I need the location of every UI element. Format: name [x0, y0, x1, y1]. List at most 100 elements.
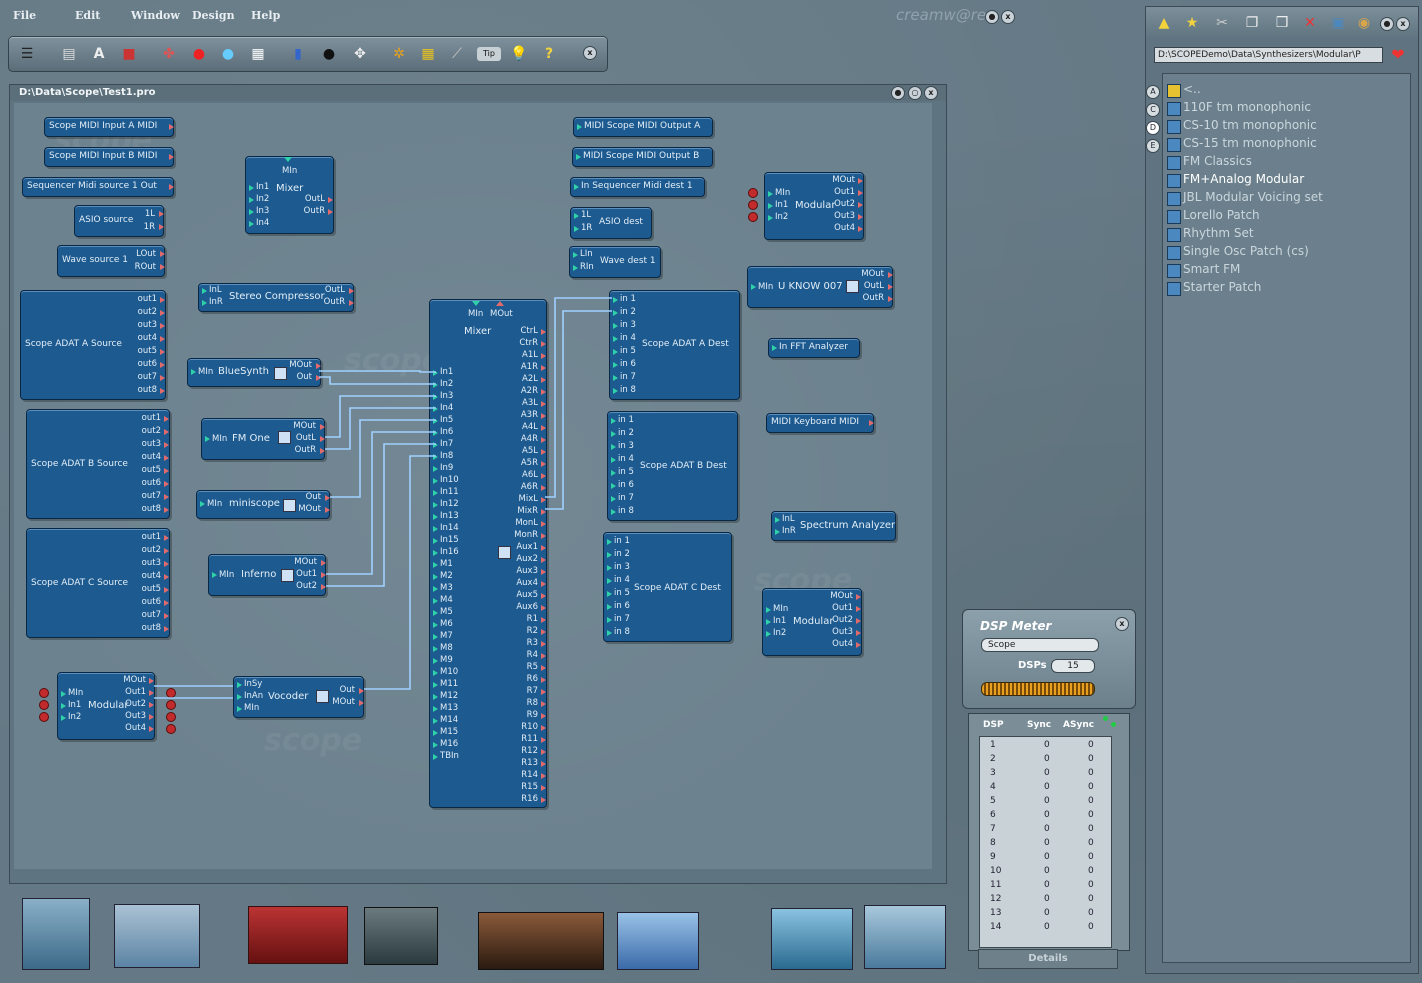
out-port-icon[interactable]	[349, 300, 354, 306]
drive-tab-a[interactable]: A	[1146, 85, 1160, 99]
module-bluesynth[interactable]: MIn BlueSynth MOut Out	[187, 358, 321, 387]
in-port-icon[interactable]	[433, 478, 438, 484]
in-port-icon[interactable]	[433, 658, 438, 664]
in-port-icon[interactable]	[433, 382, 438, 388]
out-port-icon[interactable]	[888, 284, 893, 290]
out-port-icon[interactable]	[320, 424, 325, 430]
connector-dot-icon[interactable]	[39, 712, 49, 722]
module-modular-3[interactable]: MIn In1 In2 Modular MOut Out1 Out2 Out3 Out4	[762, 588, 862, 656]
out-port-icon[interactable]	[149, 714, 154, 720]
midi-in-port-icon[interactable]	[205, 436, 210, 442]
move-icon[interactable]: ✥	[350, 44, 370, 64]
browser-minimize-icon[interactable]: ●	[1380, 17, 1394, 31]
out-port-icon[interactable]	[541, 689, 546, 695]
out-port-icon[interactable]	[856, 594, 861, 600]
in-port-icon[interactable]	[607, 552, 612, 558]
rack-icon[interactable]: ▤	[59, 44, 79, 64]
save-icon[interactable]	[278, 431, 291, 444]
out-port-icon[interactable]	[320, 448, 325, 454]
module-mixer-main[interactable]: MIn MOut Mixer In1 In2 In3 In4 In5 In6 In7 In8 I…	[429, 299, 547, 808]
save-icon[interactable]	[316, 690, 329, 703]
module-u-know-007[interactable]: MIn U KNOW 007 MOut OutL OutR	[747, 266, 893, 308]
in-port-icon[interactable]	[433, 598, 438, 604]
module-asio-dest[interactable]: 1L 1R ASIO dest	[570, 207, 652, 239]
save-icon[interactable]	[274, 367, 287, 380]
out-port-icon[interactable]	[541, 581, 546, 587]
in-port-icon[interactable]	[249, 221, 254, 227]
view-icon[interactable]: ▣	[1328, 13, 1348, 33]
dock-icon-faders[interactable]	[864, 905, 946, 969]
out-port-icon[interactable]	[541, 569, 546, 575]
out-port-icon[interactable]	[164, 442, 169, 448]
out-port-icon[interactable]	[164, 481, 169, 487]
midi-in-port-icon[interactable]	[766, 607, 771, 613]
in-port-icon[interactable]	[613, 336, 618, 342]
out-port-icon[interactable]	[321, 560, 326, 566]
in-port-icon[interactable]	[611, 470, 616, 476]
text-icon[interactable]: A	[89, 44, 109, 64]
in-port-icon[interactable]	[433, 514, 438, 520]
in-port-icon[interactable]	[607, 630, 612, 636]
out-port-icon[interactable]	[541, 425, 546, 431]
module-scope-adat-b-dest[interactable]: Scope ADAT B Dest in 1 in 2 in 3 in 4 in 5 in…	[607, 411, 738, 521]
dock-icon-effects[interactable]	[248, 906, 348, 964]
checker-icon[interactable]: ▦	[248, 44, 268, 64]
out-port-icon[interactable]	[541, 497, 546, 503]
module-spectrum-analyzer[interactable]: InL InR Spectrum Analyzer	[771, 511, 896, 541]
out-port-icon[interactable]	[160, 336, 165, 342]
in-port-icon[interactable]	[249, 185, 254, 191]
in-port-icon[interactable]	[611, 496, 616, 502]
in-port-icon[interactable]	[433, 574, 438, 580]
out-port-icon[interactable]	[160, 264, 165, 270]
cable-icon[interactable]: ⟋	[447, 44, 467, 64]
module-scope-adat-a-dest[interactable]: Scope ADAT A Dest in 1 in 2 in 3 in 4 in 5 in…	[609, 290, 740, 400]
out-port-icon[interactable]	[541, 785, 546, 791]
menu-window[interactable]: Window	[131, 9, 180, 22]
module-midi-keyboard[interactable]: MIDI Keyboard MIDI	[766, 413, 874, 433]
in-port-icon[interactable]	[613, 388, 618, 394]
dsp-close-icon[interactable]: x	[1115, 617, 1129, 631]
out-port-icon[interactable]	[541, 389, 546, 395]
module-scope-adat-a-source[interactable]: Scope ADAT A Source out1 out2 out3 out4 out5…	[20, 290, 166, 400]
in-port-icon[interactable]	[61, 703, 66, 709]
out-port-icon[interactable]	[541, 413, 546, 419]
browser-item[interactable]: Starter Patch	[1183, 280, 1261, 294]
out-port-icon[interactable]	[856, 618, 861, 624]
out-port-icon[interactable]	[856, 630, 861, 636]
in-port-icon[interactable]	[433, 430, 438, 436]
out-port-icon[interactable]	[160, 375, 165, 381]
out-port-icon[interactable]	[160, 388, 165, 394]
in-port-icon[interactable]	[433, 562, 438, 568]
out-port-icon[interactable]	[888, 296, 893, 302]
plug-icon[interactable]: ✤	[159, 44, 179, 64]
browser-item[interactable]: Rhythm Set	[1183, 226, 1254, 240]
in-port-icon[interactable]	[237, 682, 242, 688]
out-port-icon[interactable]	[541, 557, 546, 563]
out-port-icon[interactable]	[169, 124, 174, 130]
save-icon[interactable]	[281, 569, 294, 582]
out-port-icon[interactable]	[541, 401, 546, 407]
out-port-icon[interactable]	[856, 606, 861, 612]
out-port-icon[interactable]	[149, 702, 154, 708]
in-port-icon[interactable]	[573, 265, 578, 271]
out-port-icon[interactable]	[325, 507, 330, 513]
midi-out-port-icon[interactable]	[496, 301, 504, 306]
out-port-icon[interactable]	[869, 420, 874, 426]
out-port-icon[interactable]	[541, 509, 546, 515]
out-port-icon[interactable]	[541, 761, 546, 767]
out-port-icon[interactable]	[159, 211, 164, 217]
out-port-icon[interactable]	[541, 725, 546, 731]
out-port-icon[interactable]	[858, 214, 863, 220]
toolbar-close-icon[interactable]: x	[583, 46, 597, 60]
in-port-icon[interactable]	[611, 509, 616, 515]
grid-icon[interactable]: ▦	[418, 44, 438, 64]
bulb-icon[interactable]: 💡	[509, 44, 529, 64]
out-port-icon[interactable]	[541, 461, 546, 467]
save-icon[interactable]	[846, 280, 859, 293]
in-port-icon[interactable]	[613, 375, 618, 381]
module-modular-1[interactable]: MIn In1 In2 Modular MOut Out1 Out2 Out3 Out4	[57, 672, 155, 740]
in-port-icon[interactable]	[574, 226, 579, 232]
dock-icon-console[interactable]	[771, 908, 853, 970]
out-port-icon[interactable]	[888, 272, 893, 278]
in-port-icon[interactable]	[249, 197, 254, 203]
